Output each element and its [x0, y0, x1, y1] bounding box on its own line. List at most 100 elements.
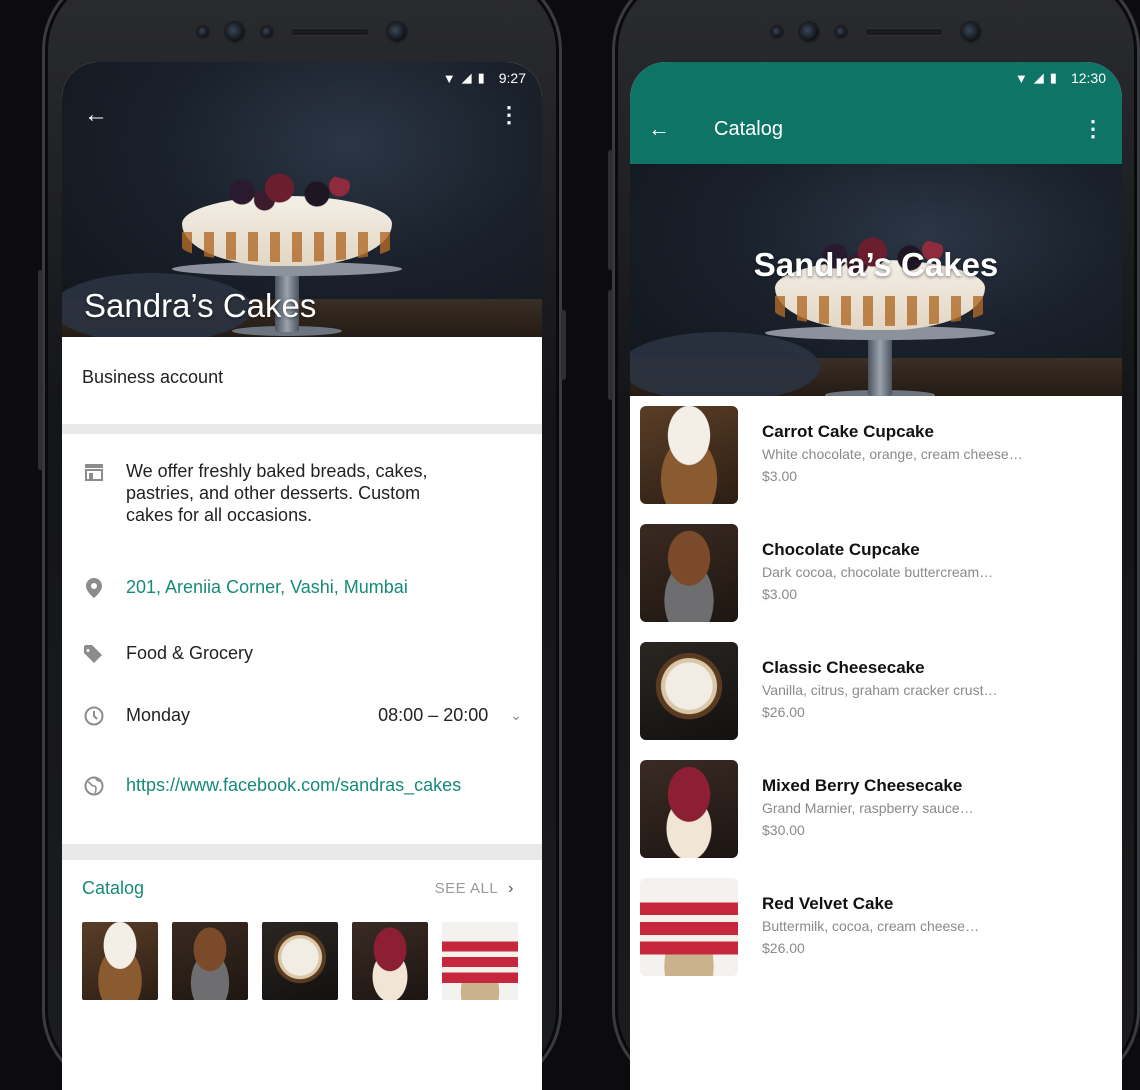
profile-screen: Sandra’s Cakes ▼ ◢ ▮ 9:27 ← ⋮ Business a…: [62, 62, 542, 1090]
catalog-title: Catalog: [82, 878, 145, 898]
more-options-icon[interactable]: ⋮: [1082, 118, 1104, 140]
divider: [62, 424, 542, 434]
status-bar: ▼ ◢ ▮ 9:27: [62, 62, 542, 94]
product-item[interactable]: Mixed Berry Cheesecake Grand Marnier, ra…: [640, 760, 1112, 858]
cake-stand: [868, 336, 892, 396]
iris-scanner: [388, 23, 406, 41]
hours-time: 08:00 – 20:00: [378, 705, 489, 725]
app-bar: ← Catalog ⋮: [630, 94, 1122, 164]
side-button: [38, 390, 43, 470]
phone-left: Sandra’s Cakes ▼ ◢ ▮ 9:27 ← ⋮ Business a…: [38, 0, 566, 1090]
hours-row[interactable]: Monday 08:00 – 20:00 ⌄: [82, 704, 522, 728]
catalog-section: Catalog SEE ALL ›: [62, 860, 542, 1020]
product-item[interactable]: Chocolate Cupcake Dark cocoa, chocolate …: [640, 524, 1112, 622]
product-price: $30.00: [762, 822, 805, 838]
product-text: Mixed Berry Cheesecake Grand Marnier, ra…: [762, 760, 974, 858]
business-category: Food & Grocery: [126, 643, 254, 663]
catalog-thumb-classic-cheesecake[interactable]: [262, 922, 338, 1000]
catalog-thumb-carrot-cake-cupcake[interactable]: [82, 922, 158, 1000]
more-options-icon[interactable]: ⋮: [498, 104, 520, 126]
catalog-header: Catalog SEE ALL ›: [82, 878, 514, 899]
website-link[interactable]: https://www.facebook.com/sandras_cakes: [126, 774, 461, 796]
earpiece-speaker: [864, 28, 944, 36]
catalog-thumb-red-velvet-cake[interactable]: [442, 922, 518, 1000]
product-image: [640, 760, 738, 858]
catalog-thumb-chocolate-cupcake[interactable]: [172, 922, 248, 1000]
product-item[interactable]: Carrot Cake Cupcake White chocolate, ora…: [640, 406, 1112, 504]
catalog-screen: ▼ ◢ ▮ 12:30 ← Catalog ⋮ Sandra’s Cakes C…: [630, 62, 1122, 1090]
battery-icon: ▮: [477, 70, 485, 85]
business-address[interactable]: 201, Areniia Corner, Vashi, Mumbai: [126, 576, 408, 598]
product-name: Red Velvet Cake: [762, 894, 894, 913]
page-title: Catalog: [714, 117, 783, 140]
product-description: Grand Marnier, raspberry sauce…: [762, 800, 974, 816]
product-price: $26.00: [762, 940, 805, 956]
location-pin-icon: [82, 576, 106, 600]
see-all-link[interactable]: SEE ALL ›: [435, 880, 514, 898]
status-time: 12:30: [1070, 70, 1106, 86]
product-price: $3.00: [762, 468, 798, 484]
earpiece-speaker: [290, 28, 370, 36]
product-image: [640, 524, 738, 622]
product-image: [640, 406, 738, 504]
caramel-drip: [182, 232, 392, 262]
catalog-cover-image: Sandra’s Cakes: [630, 164, 1122, 396]
product-text: Carrot Cake Cupcake White chocolate, ora…: [762, 406, 1023, 504]
category-row: Food & Grocery: [82, 642, 522, 666]
berry-topping: [212, 172, 362, 212]
product-text: Red Velvet Cake Buttermilk, cocoa, cream…: [762, 878, 979, 976]
sensor: [772, 27, 782, 37]
business-name: Sandra’s Cakes: [753, 246, 999, 283]
hours-content: Monday 08:00 – 20:00 ⌄: [126, 704, 522, 726]
product-text: Chocolate Cupcake Dark cocoa, chocolate …: [762, 524, 993, 622]
product-description: Dark cocoa, chocolate buttercream…: [762, 564, 994, 580]
caramel-drip: [775, 296, 985, 326]
product-item[interactable]: Red Velvet Cake Buttermilk, cocoa, cream…: [640, 878, 1112, 976]
hours-day: Monday: [126, 705, 191, 725]
product-description: Buttermilk, cocoa, cream cheese…: [762, 918, 980, 934]
tag-icon: [82, 642, 106, 666]
phone-right: ▼ ◢ ▮ 12:30 ← Catalog ⋮ Sandra’s Cakes C…: [608, 0, 1140, 1090]
front-camera: [226, 23, 244, 41]
app-bar: ← ⋮: [62, 90, 542, 140]
product-name: Carrot Cake Cupcake: [762, 422, 934, 441]
top-bezel: [42, 2, 562, 62]
back-arrow-icon[interactable]: ←: [84, 101, 108, 129]
wifi-icon: ▼: [1014, 70, 1028, 86]
business-info-card: We offer freshly baked breads, cakes, pa…: [62, 434, 542, 844]
clock-icon: [82, 704, 106, 728]
catalog-thumbnails: [82, 922, 522, 1000]
product-description: White chocolate, orange, cream cheese…: [762, 446, 1023, 462]
chevron-down-icon[interactable]: ⌄: [510, 707, 522, 724]
website-row[interactable]: https://www.facebook.com/sandras_cakes: [82, 774, 522, 798]
product-price: $3.00: [762, 586, 798, 602]
top-bezel: [612, 2, 1140, 62]
status-time: 9:27: [498, 70, 526, 86]
product-name: Chocolate Cupcake: [762, 540, 920, 559]
sensor: [836, 27, 846, 37]
volume-button: [38, 270, 43, 400]
battery-icon: ▮: [1049, 70, 1057, 85]
account-type-label: Business account: [82, 367, 224, 387]
product-item[interactable]: Classic Cheesecake Vanilla, citrus, grah…: [640, 642, 1112, 740]
see-all-label: SEE ALL: [434, 879, 499, 897]
iris-scanner: [962, 23, 980, 41]
product-price: $26.00: [762, 704, 805, 720]
business-description: We offer freshly baked breads, cakes, pa…: [126, 461, 428, 525]
status-bar: ▼ ◢ ▮ 12:30: [630, 62, 1122, 94]
address-row[interactable]: 201, Areniia Corner, Vashi, Mumbai: [82, 576, 522, 600]
product-description: Vanilla, citrus, graham cracker crust…: [762, 682, 998, 698]
product-image: [640, 642, 738, 740]
sensor: [198, 27, 208, 37]
back-arrow-icon[interactable]: ←: [648, 116, 670, 142]
product-name: Classic Cheesecake: [762, 658, 925, 677]
business-name: Sandra’s Cakes: [84, 287, 317, 324]
catalog-thumb-mixed-berry-cheesecake[interactable]: [352, 922, 428, 1000]
power-button: [561, 310, 566, 380]
wifi-icon: ▼: [442, 70, 456, 86]
store-icon: [82, 460, 106, 484]
sensor: [262, 27, 272, 37]
account-type-card: Business account: [62, 337, 542, 422]
globe-icon: [82, 774, 106, 798]
front-camera: [800, 23, 818, 41]
